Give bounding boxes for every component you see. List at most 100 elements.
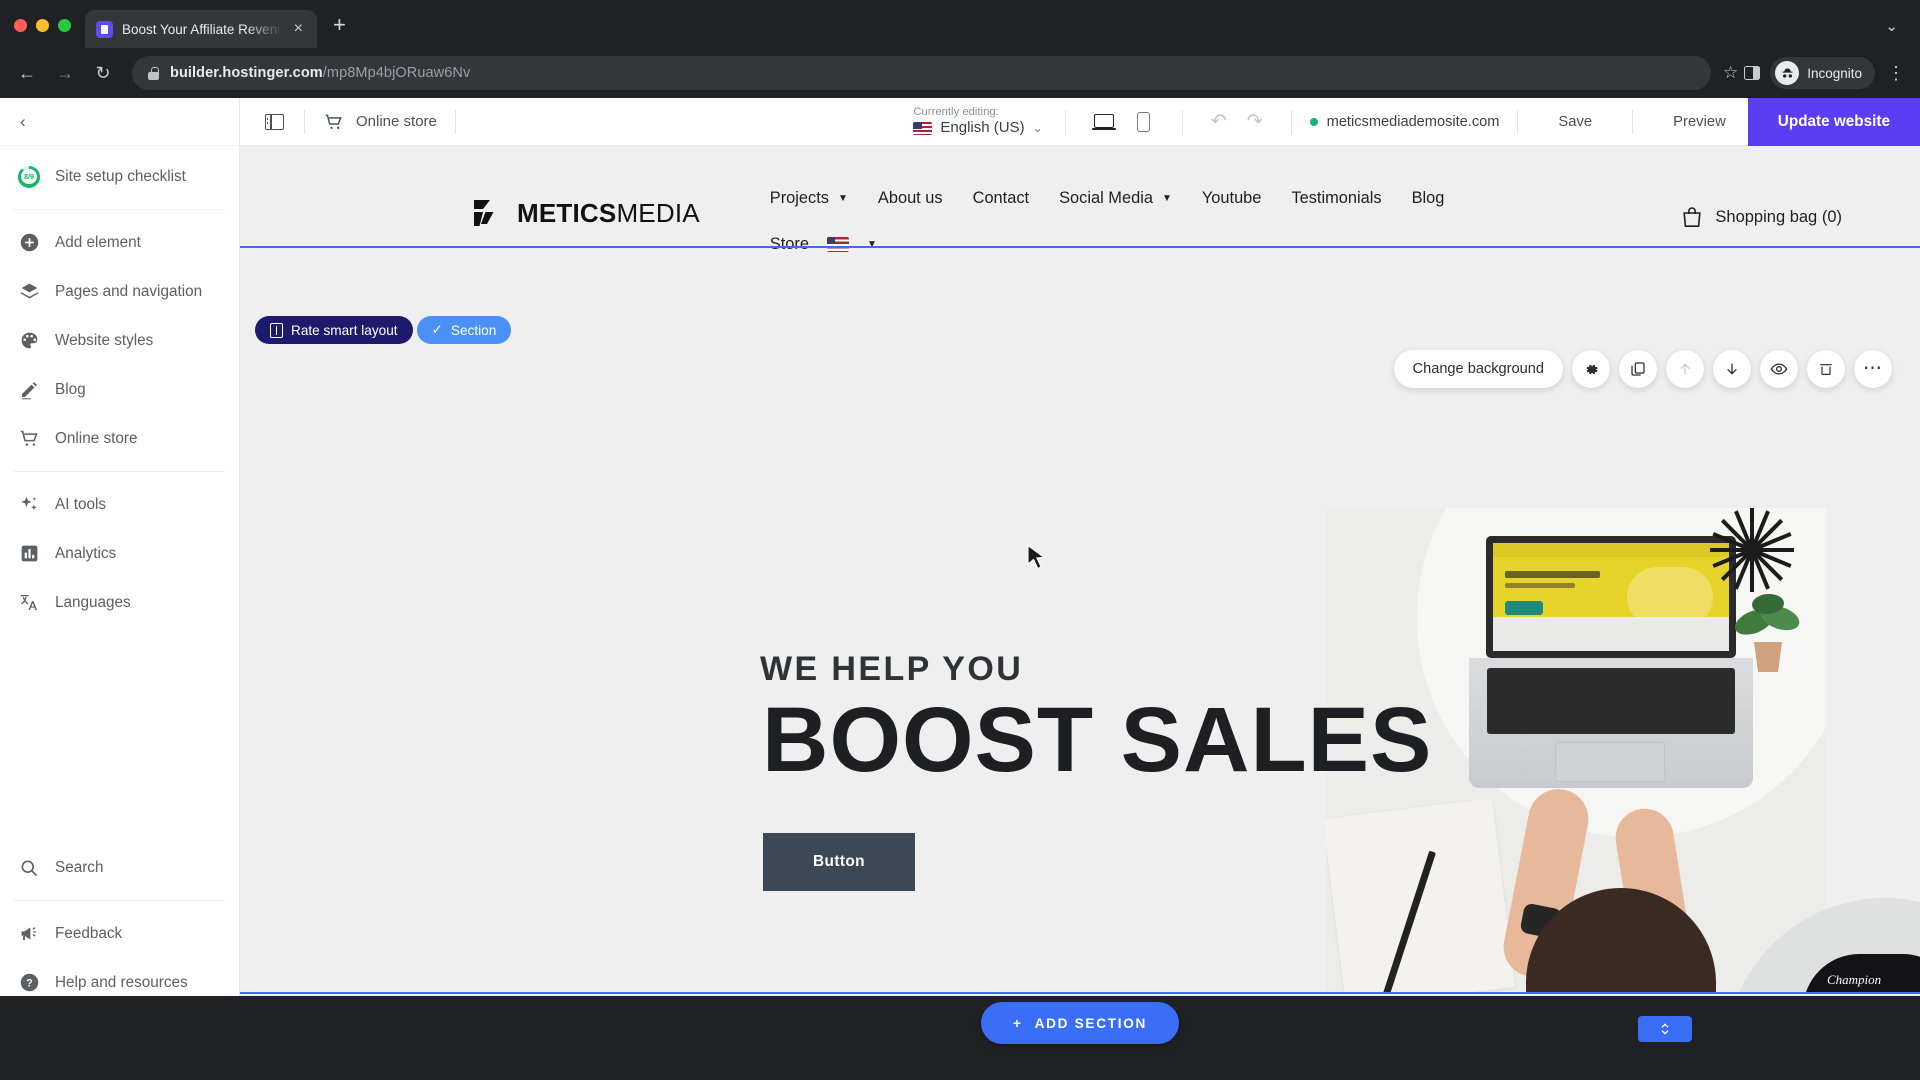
hero-eyebrow[interactable]: WE HELP YOU: [760, 650, 1023, 689]
new-tab-button[interactable]: +: [333, 14, 346, 36]
cart-icon: [18, 428, 40, 450]
chevron-down-icon[interactable]: ⌄: [1033, 121, 1043, 136]
sidebar-item-site-setup-checklist[interactable]: 8/9 Site setup checklist: [0, 152, 239, 201]
delete-icon[interactable]: [1807, 350, 1845, 388]
nav-label: Youtube: [1201, 188, 1262, 207]
mouse-cursor: [1026, 544, 1048, 574]
divider: [454, 109, 456, 134]
sidebar-item-languages[interactable]: Languages: [0, 578, 239, 627]
presenter: Champion: [1787, 950, 1920, 994]
reload-button[interactable]: ↻: [86, 56, 120, 90]
side-panel-icon[interactable]: [1744, 66, 1761, 80]
sidebar-item-feedback[interactable]: Feedback: [0, 909, 239, 958]
nav-label: Social Media: [1059, 188, 1153, 207]
duplicate-icon[interactable]: [1619, 350, 1657, 388]
checklist-progress: 8/9: [24, 172, 34, 181]
nav-link-youtube[interactable]: Youtube: [1202, 189, 1262, 208]
undo-button[interactable]: ↶: [1201, 110, 1237, 133]
desktop-view-button[interactable]: [1087, 105, 1121, 139]
move-up-icon[interactable]: [1666, 350, 1704, 388]
add-section-button[interactable]: + ADD SECTION: [981, 1002, 1179, 1044]
sidebar-item-website-styles[interactable]: Website styles: [0, 316, 239, 365]
svg-text:?: ?: [26, 978, 33, 990]
profile-chip[interactable]: Incognito: [1770, 57, 1875, 89]
sidebar-item-blog[interactable]: Blog: [0, 365, 239, 414]
visibility-icon[interactable]: [1760, 350, 1798, 388]
chrome-menu-icon[interactable]: ⋮: [1887, 64, 1906, 82]
topbar-right-group: Currently editing: English (US) ⌄ ↶ ↷ me…: [913, 97, 1920, 146]
shopping-bag-icon: [1682, 206, 1702, 228]
nav-link-blog[interactable]: Blog: [1412, 189, 1445, 208]
minimize-window-button[interactable]: [36, 19, 49, 32]
settings-icon[interactable]: [1572, 350, 1610, 388]
divider: [1181, 109, 1183, 134]
change-background-button[interactable]: Change background: [1393, 350, 1563, 388]
sidebar-item-analytics[interactable]: Analytics: [0, 529, 239, 578]
hero-headline[interactable]: BOOST SALES: [762, 688, 1432, 793]
mobile-view-button[interactable]: [1127, 105, 1161, 139]
sidebar-collapse-button[interactable]: ‹: [0, 98, 239, 146]
brand-light: MEDIA: [616, 197, 700, 228]
sidebar-item-pages-and-navigation[interactable]: Pages and navigation: [0, 267, 239, 316]
sidebar-item-search[interactable]: Search: [0, 843, 239, 892]
plus-circle-icon: [18, 232, 40, 254]
divider: [304, 109, 305, 134]
hero-button[interactable]: Button: [763, 833, 915, 891]
site-domain[interactable]: meticsmediademosite.com: [1327, 114, 1500, 130]
back-button[interactable]: ←: [10, 56, 44, 90]
sidebar-divider: [14, 900, 225, 901]
close-icon[interactable]: ×: [291, 19, 306, 39]
browser-chrome: Boost Your Affiliate Revenue w × + ⌄ ← →…: [0, 0, 1920, 98]
site-logo[interactable]: METICSMEDIA: [470, 196, 700, 230]
editor-topbar: Online store Currently editing: English …: [240, 97, 1920, 146]
nav-link-about-us[interactable]: About us: [878, 189, 943, 208]
incognito-icon: [1775, 61, 1800, 85]
shopping-bag-label: Shopping bag (0): [1715, 207, 1842, 226]
maximize-window-button[interactable]: [58, 19, 71, 32]
progress-ring-icon: 8/9: [18, 165, 40, 188]
window-traffic-lights[interactable]: [14, 19, 85, 48]
forward-button[interactable]: →: [48, 56, 82, 90]
chevron-down-icon[interactable]: ▼: [838, 193, 848, 204]
browser-tab[interactable]: Boost Your Affiliate Revenue w ×: [85, 10, 317, 48]
update-website-button[interactable]: Update website: [1747, 97, 1920, 146]
bookmark-star-icon[interactable]: ☆: [1723, 63, 1738, 83]
sidebar-item-ai-tools[interactable]: AI tools: [0, 480, 239, 529]
rate-smart-layout-badge[interactable]: Rate smart layout: [255, 316, 413, 344]
redo-button[interactable]: ↷: [1237, 110, 1273, 133]
sidebar-item-add-element[interactable]: Add element: [0, 218, 239, 267]
nav-link-projects[interactable]: Projects ▼: [770, 189, 848, 208]
nav-link-social-media[interactable]: Social Media ▼: [1059, 189, 1172, 208]
sidebar-item-label: Help and resources: [55, 973, 188, 991]
shopping-bag-button[interactable]: Shopping bag (0): [1682, 206, 1842, 228]
plant: [1728, 582, 1806, 672]
app-root: ‹ 8/9 Site setup checklist Add element P…: [0, 97, 1920, 1080]
hero-paragraph[interactable]: Finding the perfect place to call home c…: [763, 990, 1143, 994]
chevron-down-icon[interactable]: ⌄: [1885, 17, 1898, 35]
close-window-button[interactable]: [14, 19, 27, 32]
status-badge: [1309, 117, 1318, 126]
section-badges: Rate smart layout ✓ Section: [255, 316, 512, 344]
nav-link-testimonials[interactable]: Testimonials: [1291, 189, 1381, 208]
section-badge[interactable]: ✓ Section: [416, 316, 512, 344]
scroll-section-icon: [1661, 1023, 1669, 1035]
address-bar[interactable]: builder.hostinger.com/mp8Mp4bjORuaw6Nv: [132, 56, 1711, 90]
site-header: METICSMEDIA Projects ▼ About us Contact S…: [240, 146, 1920, 253]
divider: [1290, 109, 1292, 134]
topbar-online-store-button[interactable]: Online store: [323, 111, 437, 133]
more-options-icon[interactable]: ⋯: [1854, 350, 1892, 388]
profile-label: Incognito: [1807, 65, 1862, 81]
desktop-view-icon: [1091, 113, 1116, 130]
nav-link-contact[interactable]: Contact: [973, 189, 1030, 208]
sidebar-item-label: Analytics: [55, 544, 117, 562]
move-down-icon[interactable]: [1713, 350, 1751, 388]
divider: [1632, 109, 1634, 134]
language-selector[interactable]: Currently editing: English (US) ⌄: [913, 105, 1046, 138]
chevron-down-icon[interactable]: ▼: [1162, 193, 1172, 204]
scroll-section-button[interactable]: [1638, 1016, 1692, 1042]
sidebar-item-online-store[interactable]: Online store: [0, 414, 239, 463]
panes-toggle-icon[interactable]: [262, 110, 286, 134]
preview-button[interactable]: Preview: [1651, 114, 1748, 130]
save-button[interactable]: Save: [1536, 114, 1614, 130]
left-sidebar: ‹ 8/9 Site setup checklist Add element P…: [0, 98, 240, 1080]
